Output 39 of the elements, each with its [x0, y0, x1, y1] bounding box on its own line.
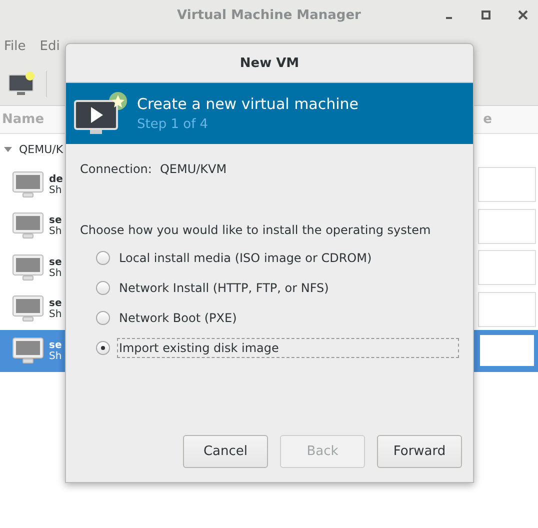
install-prompt: Choose how you would like to install the operating system [80, 223, 432, 237]
monitor-icon [12, 295, 44, 324]
option-label[interactable]: Import existing disk image [116, 338, 459, 358]
connection-value: QEMU/KVM [160, 162, 227, 176]
close-icon[interactable] [518, 10, 528, 20]
new-vm-icon [73, 90, 129, 136]
menu-item[interactable]: Edi [40, 38, 60, 54]
radio-button[interactable] [96, 251, 110, 265]
vm-name: se [49, 340, 62, 351]
menu-item[interactable]: File [4, 38, 26, 54]
step-label: Step 1 of 4 [137, 117, 210, 132]
window-title: Virtual Machine Manager [177, 8, 361, 22]
dialog-heading: Create a new virtual machine [137, 95, 359, 113]
connection-name: QEMU/K [19, 142, 64, 156]
maximize-icon[interactable] [481, 10, 491, 20]
radio-button[interactable] [96, 281, 110, 295]
cancel-button[interactable]: Cancel [183, 435, 268, 468]
vm-status: Sh [49, 268, 62, 279]
option-label[interactable]: Network Boot (PXE) [117, 308, 239, 328]
radio-button[interactable] [96, 311, 110, 325]
monitor-icon [12, 170, 44, 199]
monitor-icon [12, 254, 44, 282]
option-label[interactable]: Network Install (HTTP, FTP, or NFS) [117, 278, 331, 298]
vm-status: Sh [49, 350, 62, 362]
new-vm-icon[interactable] [8, 70, 36, 96]
connection-label: Connection: [80, 162, 152, 176]
vm-status: Sh [49, 226, 62, 238]
forward-button[interactable]: Forward [377, 435, 462, 468]
vm-name: se [49, 215, 62, 226]
monitor-icon [12, 212, 44, 240]
monitor-icon [12, 336, 44, 365]
vm-name: se [49, 256, 62, 268]
radio-button[interactable] [96, 341, 110, 355]
option-label[interactable]: Local install media (ISO image or CDROM) [117, 248, 374, 268]
vm-name: se [49, 298, 62, 310]
vm-name: de [49, 174, 63, 185]
vm-status: Sh [49, 309, 62, 320]
vm-status: Sh [49, 184, 63, 196]
expander-icon[interactable] [3, 144, 13, 154]
